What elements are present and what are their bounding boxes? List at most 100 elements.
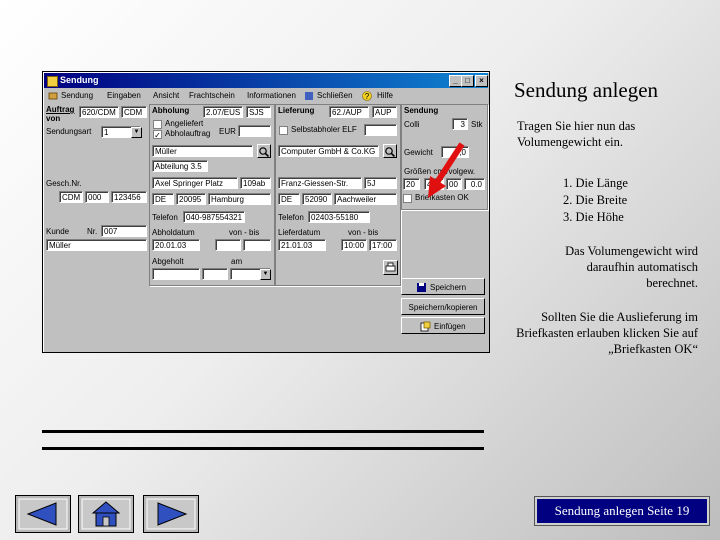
auftrag-von-label: von: [46, 114, 61, 123]
abholung-search-button[interactable]: [257, 144, 271, 158]
page-heading: Sendung anlegen: [514, 78, 659, 102]
list-item-laenge: 1. Die Länge: [563, 176, 628, 190]
lieferung-land-field[interactable]: DE: [278, 193, 300, 205]
insert-icon: [420, 321, 431, 332]
abholung-label: Abholung: [152, 106, 190, 115]
menu-informationen[interactable]: Informationen: [247, 91, 296, 100]
menu-ansicht[interactable]: Ansicht: [153, 91, 179, 100]
colli-label: Colli: [404, 120, 420, 129]
divider-line-2: [42, 447, 484, 450]
kunde-nr-field[interactable]: 007: [101, 225, 147, 237]
close-menu-icon: [305, 92, 313, 100]
abholung-code2-field[interactable]: SJS: [246, 106, 271, 118]
abholauftrag-label: Abholauftrag: [165, 129, 211, 138]
menu-sendung[interactable]: Sendung: [61, 91, 93, 100]
speichern-button[interactable]: Speichern: [401, 278, 485, 295]
gesch-nr-label: Gesch.Nr.: [46, 179, 82, 188]
abholung-telefon-field[interactable]: 040-987554321: [183, 211, 245, 223]
back-arrow-icon: [18, 498, 68, 530]
abholauftrag-checkbox[interactable]: ✓: [153, 130, 162, 140]
abgeholt-am-label: am: [231, 257, 243, 266]
abholdatum-field[interactable]: 20.01.03: [152, 239, 200, 251]
list-item-hoehe: 3. Die Höhe: [563, 210, 624, 224]
abholung-plz-field[interactable]: 20095: [176, 193, 206, 205]
gesch-nr-field-3[interactable]: 123456: [111, 191, 147, 203]
lieferdatum-field[interactable]: 21.01.03: [278, 239, 326, 251]
abholung-hausnr-field[interactable]: 109ab: [240, 177, 271, 189]
sendung-menu-icon: [48, 92, 58, 100]
selbstabholer-checkbox[interactable]: [279, 126, 288, 135]
lieferdatum-label: Lieferdatum: [278, 228, 321, 237]
lieferung-telefon-label: Telefon: [278, 213, 304, 222]
laenge-field[interactable]: 20: [403, 178, 420, 190]
lieferung-label: Lieferung: [278, 106, 315, 115]
abgeholt-field[interactable]: [152, 268, 200, 280]
abholung-von-field[interactable]: [215, 239, 241, 251]
abholdatum-label: Abholdatum: [152, 228, 195, 237]
menu-schliessen[interactable]: Schließen: [317, 91, 353, 100]
abgeholt-chevron-down-icon[interactable]: ▼: [260, 269, 271, 280]
lieferung-bis-field[interactable]: 17:00: [369, 239, 397, 251]
lieferung-code2-field[interactable]: AUP: [372, 106, 397, 118]
eur-label: EUR: [219, 127, 236, 136]
eur-field[interactable]: [238, 125, 271, 137]
print-button[interactable]: [383, 260, 398, 275]
lieferung-name-field[interactable]: Computer GmbH & Co.KG: [278, 145, 379, 157]
einfuegen-label: Einfügen: [434, 322, 466, 331]
angeliefert-checkbox[interactable]: [153, 120, 162, 129]
auftrag-code2-field[interactable]: CDM: [121, 106, 147, 118]
svg-text:?: ?: [365, 92, 370, 101]
gesch-nr-field-1[interactable]: CDM: [59, 191, 83, 203]
angeliefert-label: Angeliefert: [165, 119, 204, 128]
sendung-window: Sendung _ □ × Sendung Eingaben Ansicht F…: [42, 71, 490, 353]
speichern-kopieren-label: Speichern/kopieren: [408, 303, 478, 312]
sendungsart-label: Sendungsart: [46, 127, 92, 136]
forward-arrow-icon: [146, 498, 196, 530]
abgeholt-time-field[interactable]: [202, 268, 228, 280]
kunde-nr-label: Nr.: [87, 227, 98, 236]
briefkasten-ok-checkbox[interactable]: [403, 194, 412, 203]
abholung-ort-field[interactable]: Hamburg: [208, 193, 271, 205]
abholung-von-bis-label: von - bis: [229, 228, 260, 237]
abholung-code1-field[interactable]: 2.07/EUS: [203, 106, 243, 118]
close-button[interactable]: ×: [475, 75, 488, 87]
forward-button[interactable]: [143, 495, 199, 533]
save-icon: [417, 283, 426, 292]
abholung-land-field[interactable]: DE: [152, 193, 174, 205]
menu-hilfe[interactable]: Hilfe: [377, 91, 393, 100]
speichern-kopieren-button[interactable]: Speichern/kopieren: [401, 298, 485, 315]
abholung-bis-field[interactable]: [243, 239, 271, 251]
back-button[interactable]: [15, 495, 71, 533]
print-icon: [385, 262, 396, 272]
speichern-label: Speichern: [430, 283, 467, 292]
lieferung-plz-field[interactable]: 52090: [302, 193, 332, 205]
lieferung-search-button[interactable]: [383, 144, 397, 158]
chevron-down-icon[interactable]: ▼: [131, 127, 142, 138]
lieferung-code1-field[interactable]: 62./AUP: [329, 106, 369, 118]
search-icon: [385, 147, 396, 158]
abteilung-field[interactable]: Abteilung 3.5: [152, 160, 208, 172]
lieferung-strasse-field[interactable]: Franz-Giessen-Str.: [278, 177, 362, 189]
app-icon: [47, 76, 58, 87]
home-button[interactable]: [78, 495, 134, 533]
lieferung-ort-field[interactable]: Aachweiler: [334, 193, 397, 205]
lieferung-von-bis-label: von - bis: [348, 228, 379, 237]
auftrag-code1-field[interactable]: 620/CDM: [79, 106, 119, 118]
menu-frachtschein[interactable]: Frachtschein: [189, 91, 235, 100]
lieferung-von-field[interactable]: 10:00: [341, 239, 367, 251]
lieferung-telefon-field[interactable]: 02403-55180: [308, 211, 370, 223]
gesch-nr-field-2[interactable]: 000: [85, 191, 109, 203]
colli-field[interactable]: 3: [452, 118, 468, 130]
help-icon: ?: [362, 91, 372, 101]
einfuegen-button[interactable]: Einfügen: [401, 317, 485, 334]
kunde-label: Kunde: [46, 227, 70, 236]
menu-eingaben[interactable]: Eingaben: [107, 91, 141, 100]
intro-text: Tragen Sie hier nun das Volumengewicht e…: [517, 119, 636, 149]
lieferung-hausnr-field[interactable]: 5J: [364, 177, 397, 189]
abholung-strasse-field[interactable]: Axel Springer Platz: [152, 177, 238, 189]
search-icon: [259, 147, 270, 158]
abholung-name-field[interactable]: Müller: [152, 145, 253, 157]
kunde-name-field[interactable]: Müller: [46, 239, 147, 251]
maximize-button[interactable]: □: [461, 75, 474, 87]
selbstabholer-field[interactable]: [364, 124, 397, 136]
